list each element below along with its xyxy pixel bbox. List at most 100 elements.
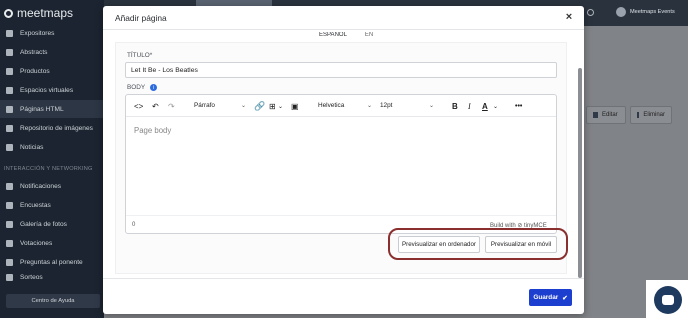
table-icon[interactable]: ⊞ (269, 100, 276, 112)
modal-scrollbar[interactable] (578, 68, 582, 278)
italic-button[interactable]: I (468, 100, 471, 112)
box-icon (6, 67, 13, 75)
user-menu[interactable]: Meetmaps Events (616, 7, 675, 17)
logo-text: meetmaps (17, 6, 74, 20)
title-input[interactable] (125, 62, 557, 78)
more-options-button[interactable]: ••• (515, 100, 522, 112)
sidebar-item-votaciones[interactable]: Votaciones (0, 234, 104, 252)
list-icon (6, 201, 13, 209)
page-icon (6, 105, 13, 113)
image-icon[interactable]: ▣ (291, 100, 299, 112)
chat-icon (662, 295, 674, 305)
chevron-down-icon: ⌄ (366, 103, 372, 109)
user-name: Meetmaps Events (630, 9, 675, 15)
info-icon[interactable]: i (149, 84, 157, 91)
edit-button[interactable]: Editar (586, 106, 626, 124)
sidebar-item-expositores[interactable]: Expositores (0, 24, 104, 42)
sidebar-item-label: Expositores (20, 29, 55, 37)
text-color-button[interactable]: A (482, 100, 488, 112)
delete-label: Eliminar (643, 112, 665, 118)
section-label: INTERACCIÓN Y NETWORKING (4, 166, 93, 172)
edit-label: Editar (602, 112, 618, 118)
chevron-down-icon: ⌄ (428, 103, 434, 109)
sidebar-item-noticias[interactable]: Noticias (0, 138, 104, 156)
language-tabs: ESPAÑOL EN (315, 32, 377, 38)
sidebar-item-notificaciones[interactable]: Notificaciones (0, 177, 104, 195)
body-label: BODY (127, 84, 145, 92)
sidebar-item-label: Productos (20, 67, 50, 75)
sidebar-item-galeria-fotos[interactable]: Galería de fotos (0, 215, 104, 233)
check-icon: ✔ (562, 294, 568, 302)
sidebar-item-espacios-virtuales[interactable]: Espacios virtuales (0, 81, 104, 99)
modal-title: Añadir página (115, 13, 167, 23)
redo-icon[interactable]: ↷ (168, 100, 175, 112)
save-button[interactable]: Guardar ✔ (529, 289, 572, 306)
gift-icon (6, 273, 13, 281)
modal-header: Añadir página × (103, 6, 584, 30)
modal-body: ESPAÑOL EN TÍTULO* BODY i <> ↶ ↷ Párrafo… (115, 32, 571, 278)
close-icon[interactable]: × (562, 10, 576, 24)
rich-text-editor: <> ↶ ↷ Párrafo ⌄ 🔗 ⊞ ⌄ ▣ Helvetica ⌄ 12p… (125, 94, 557, 234)
sidebar-item-label: Votaciones (20, 239, 53, 247)
chevron-down-icon: ⌄ (240, 103, 246, 109)
gallery-icon (6, 220, 13, 228)
source-code-icon[interactable]: <> (134, 100, 143, 112)
font-family-value: Helvetica (318, 102, 345, 109)
preview-desktop-button[interactable]: Previsualizar en ordenador (398, 236, 480, 253)
app-logo[interactable]: meetmaps (4, 6, 73, 20)
sidebar-item-label: Encuestas (20, 201, 51, 209)
tab-en[interactable]: EN (361, 32, 377, 38)
editor-toolbar: <> ↶ ↷ Párrafo ⌄ 🔗 ⊞ ⌄ ▣ Helvetica ⌄ 12p… (126, 95, 556, 117)
camera-icon (6, 86, 13, 94)
trash-icon (637, 112, 640, 118)
question-icon (6, 258, 13, 266)
text-color-chevron-icon[interactable]: ⌄ (493, 100, 498, 112)
image-icon (6, 124, 13, 132)
block-format-value: Párrafo (194, 102, 215, 109)
sidebar-item-label: Espacios virtuales (20, 86, 74, 94)
sidebar-item-sorteos[interactable]: Sorteos (0, 272, 104, 282)
element-path: 0 (132, 222, 136, 228)
sidebar-item-label: Repositorio de imágenes (20, 124, 93, 132)
logo-icon (4, 8, 13, 18)
chat-button[interactable] (654, 286, 682, 314)
sidebar-item-preguntas-ponente[interactable]: Preguntas al ponente (0, 253, 104, 271)
title-label: TÍTULO* (127, 52, 153, 59)
editor-content[interactable]: Page body (126, 118, 556, 214)
sidebar-item-label: Sorteos (20, 273, 43, 281)
sidebar-item-productos[interactable]: Productos (0, 62, 104, 80)
pencil-icon (593, 112, 598, 118)
save-label: Guardar (533, 294, 559, 301)
sidebar-item-repositorio-imagenes[interactable]: Repositorio de imágenes (0, 119, 104, 137)
sidebar-item-label: Notificaciones (20, 182, 62, 190)
body-label-row: BODY i (127, 84, 157, 91)
sidebar-item-abstracts[interactable]: Abstracts (0, 43, 104, 61)
bold-button[interactable]: B (452, 100, 458, 112)
sidebar-item-encuestas[interactable]: Encuestas (0, 196, 104, 214)
tab-espanol[interactable]: ESPAÑOL (315, 32, 351, 38)
delete-button[interactable]: Eliminar (630, 106, 672, 124)
news-icon (6, 143, 13, 151)
table-chevron-icon[interactable]: ⌄ (278, 100, 283, 112)
help-center-button[interactable]: Centro de Ayuda (6, 294, 100, 308)
sidebar-item-paginas-html[interactable]: Páginas HTML (0, 100, 104, 118)
settings-icon[interactable] (587, 9, 594, 16)
sidebar-item-label: Abstracts (20, 48, 48, 56)
undo-icon[interactable]: ↶ (152, 100, 159, 112)
sidebar-item-label: Páginas HTML (20, 105, 64, 113)
bell-icon (6, 182, 13, 190)
font-size-select[interactable]: 12pt ⌄ (378, 99, 436, 112)
chart-icon (6, 239, 13, 247)
font-family-select[interactable]: Helvetica ⌄ (316, 99, 374, 112)
bookmark-icon (6, 48, 13, 56)
font-size-value: 12pt (380, 102, 393, 109)
sidebar-item-label: Galería de fotos (20, 220, 67, 228)
preview-mobile-button[interactable]: Previsualizar en móvil (485, 236, 557, 253)
sidebar-item-label: Preguntas al ponente (20, 258, 83, 266)
preview-buttons-highlight: Previsualizar en ordenador Previsualizar… (388, 228, 568, 260)
block-format-select[interactable]: Párrafo ⌄ (192, 99, 248, 112)
add-page-modal: Añadir página × ESPAÑOL EN TÍTULO* BODY … (103, 6, 584, 314)
avatar (616, 7, 626, 17)
sidebar: meetmaps Expositores Abstracts Productos… (0, 0, 104, 318)
link-icon[interactable]: 🔗 (254, 100, 265, 112)
